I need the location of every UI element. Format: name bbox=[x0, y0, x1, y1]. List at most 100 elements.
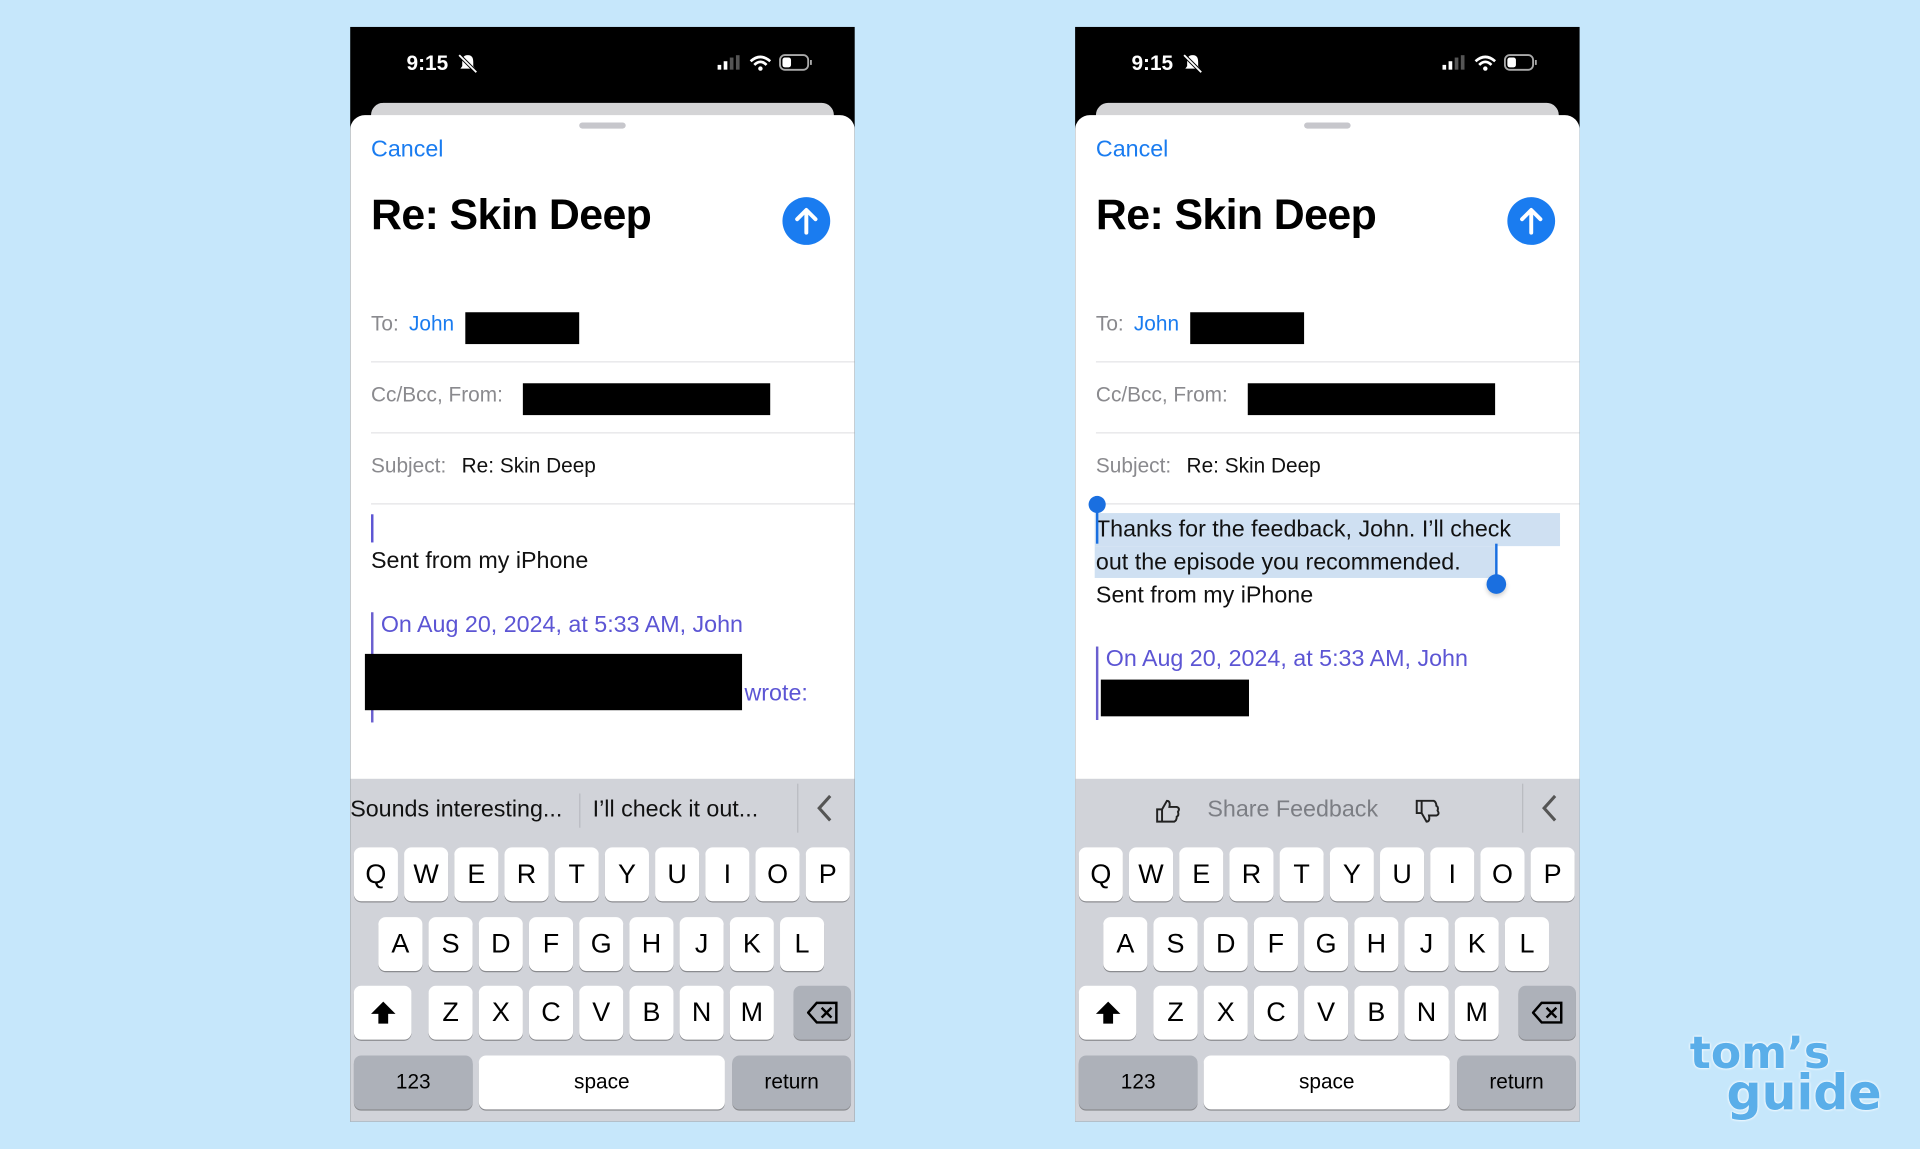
status-time: 9:15 bbox=[406, 51, 449, 75]
space-key[interactable]: space bbox=[1203, 1055, 1450, 1110]
subject-field[interactable]: Subject: Re: Skin Deep bbox=[371, 432, 855, 505]
numbers-key[interactable]: 123 bbox=[1078, 1055, 1198, 1110]
ccbcc-from-field[interactable]: Cc/Bcc, From: bbox=[1095, 361, 1580, 434]
redacted-address bbox=[465, 312, 580, 345]
signature[interactable]: Sent from my iPhone bbox=[371, 545, 588, 578]
key-b[interactable]: B bbox=[1354, 985, 1399, 1040]
key-j[interactable]: J bbox=[679, 917, 724, 972]
delete-key[interactable] bbox=[1518, 985, 1576, 1040]
key-k[interactable]: K bbox=[729, 917, 774, 972]
suggestion-2[interactable]: I’ll check it out... bbox=[593, 797, 759, 824]
cancel-button[interactable]: Cancel bbox=[1096, 137, 1168, 164]
quote-wrote: wrote: bbox=[744, 680, 808, 707]
key-w[interactable]: W bbox=[1128, 847, 1174, 902]
key-d[interactable]: D bbox=[1203, 917, 1248, 972]
key-q[interactable]: Q bbox=[1078, 847, 1123, 902]
suggestion-1[interactable]: Sounds interesting... bbox=[350, 797, 575, 824]
key-f[interactable]: F bbox=[528, 917, 574, 972]
key-l[interactable]: L bbox=[1504, 917, 1549, 972]
share-feedback-label[interactable]: Share Feedback bbox=[1207, 797, 1378, 824]
compose-title: Re: Skin Deep bbox=[371, 191, 652, 239]
chevron-left-icon[interactable] bbox=[1540, 793, 1557, 822]
key-r[interactable]: R bbox=[504, 847, 549, 902]
return-key[interactable]: return bbox=[732, 1055, 852, 1110]
key-u[interactable]: U bbox=[1380, 847, 1425, 902]
key-e[interactable]: E bbox=[1179, 847, 1224, 902]
key-o[interactable]: O bbox=[1480, 847, 1525, 902]
numbers-key[interactable]: 123 bbox=[353, 1055, 473, 1110]
selection-start-handle[interactable] bbox=[1088, 495, 1106, 514]
subject-value[interactable]: Re: Skin Deep bbox=[1187, 454, 1321, 478]
key-j[interactable]: J bbox=[1404, 917, 1449, 972]
send-button[interactable] bbox=[1507, 197, 1556, 245]
key-h[interactable]: H bbox=[1354, 917, 1399, 972]
to-field[interactable]: To: John bbox=[371, 290, 855, 363]
text-cursor bbox=[371, 514, 374, 543]
shift-key[interactable] bbox=[1078, 985, 1137, 1040]
key-z[interactable]: Z bbox=[428, 985, 473, 1040]
subject-value[interactable]: Re: Skin Deep bbox=[462, 454, 596, 478]
recipient-name[interactable]: John bbox=[1134, 312, 1179, 336]
key-c[interactable]: C bbox=[528, 985, 574, 1040]
redacted-email bbox=[1100, 679, 1249, 717]
key-v[interactable]: V bbox=[579, 985, 624, 1040]
subject-field[interactable]: Subject: Re: Skin Deep bbox=[1095, 432, 1580, 505]
key-m[interactable]: M bbox=[1454, 985, 1499, 1040]
key-g[interactable]: G bbox=[579, 917, 624, 972]
sheet-grabber[interactable] bbox=[1304, 122, 1351, 129]
key-s[interactable]: S bbox=[428, 917, 473, 972]
key-n[interactable]: N bbox=[1404, 985, 1449, 1040]
key-k[interactable]: K bbox=[1454, 917, 1499, 972]
key-u[interactable]: U bbox=[655, 847, 700, 902]
key-e[interactable]: E bbox=[454, 847, 499, 902]
thumbs-up-icon[interactable] bbox=[1155, 797, 1182, 824]
key-w[interactable]: W bbox=[404, 847, 449, 902]
key-a[interactable]: A bbox=[1103, 917, 1148, 972]
key-x[interactable]: X bbox=[1203, 985, 1248, 1040]
to-field[interactable]: To: John bbox=[1095, 290, 1580, 363]
key-f[interactable]: F bbox=[1253, 917, 1298, 972]
key-p[interactable]: P bbox=[805, 847, 850, 902]
sheet-grabber[interactable] bbox=[579, 122, 626, 129]
signature: Sent from my iPhone bbox=[1095, 582, 1314, 609]
key-t[interactable]: T bbox=[554, 847, 599, 902]
key-r[interactable]: R bbox=[1229, 847, 1274, 902]
key-g[interactable]: G bbox=[1304, 917, 1349, 972]
key-a[interactable]: A bbox=[378, 917, 423, 972]
key-x[interactable]: X bbox=[478, 985, 523, 1040]
logo-line-2: guide bbox=[1726, 1065, 1882, 1122]
thumbs-down-icon[interactable] bbox=[1414, 798, 1441, 825]
send-button[interactable] bbox=[782, 197, 831, 245]
return-key[interactable]: return bbox=[1457, 1055, 1576, 1110]
recipient-name[interactable]: John bbox=[409, 312, 454, 336]
key-z[interactable]: Z bbox=[1153, 985, 1198, 1040]
keyboard: Sounds interesting... I’ll check it out.… bbox=[350, 778, 855, 1122]
key-o[interactable]: O bbox=[755, 847, 800, 902]
key-y[interactable]: Y bbox=[604, 847, 649, 902]
message-body[interactable]: Thanks for the feedback, John. I’ll chec… bbox=[1096, 513, 1511, 612]
cancel-button[interactable]: Cancel bbox=[371, 137, 443, 164]
selection-end-handle[interactable] bbox=[1486, 574, 1507, 594]
key-s[interactable]: S bbox=[1153, 917, 1198, 972]
chevron-left-icon[interactable] bbox=[816, 793, 833, 822]
space-key[interactable]: space bbox=[478, 1055, 725, 1110]
key-y[interactable]: Y bbox=[1329, 847, 1374, 902]
key-p[interactable]: P bbox=[1530, 847, 1575, 902]
key-i[interactable]: I bbox=[705, 847, 750, 902]
delete-key[interactable] bbox=[793, 985, 852, 1040]
key-n[interactable]: N bbox=[679, 985, 724, 1040]
key-h[interactable]: H bbox=[629, 917, 674, 972]
quote-header: On Aug 20, 2024, at 5:33 AM, John bbox=[380, 612, 744, 638]
shift-key[interactable] bbox=[353, 985, 412, 1040]
key-q[interactable]: Q bbox=[353, 847, 398, 902]
key-m[interactable]: M bbox=[729, 985, 774, 1040]
subject-label: Subject: bbox=[371, 454, 447, 478]
key-b[interactable]: B bbox=[629, 985, 674, 1040]
key-d[interactable]: D bbox=[478, 917, 523, 972]
key-c[interactable]: C bbox=[1253, 985, 1298, 1040]
key-t[interactable]: T bbox=[1279, 847, 1324, 902]
key-i[interactable]: I bbox=[1430, 847, 1475, 902]
ccbcc-from-field[interactable]: Cc/Bcc, From: bbox=[371, 361, 855, 434]
key-v[interactable]: V bbox=[1304, 985, 1349, 1040]
key-l[interactable]: L bbox=[780, 917, 825, 972]
